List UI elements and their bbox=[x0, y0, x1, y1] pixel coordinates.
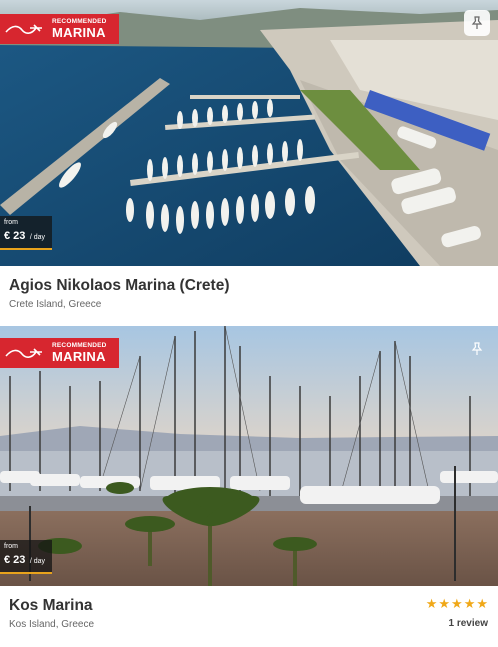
listing-card[interactable]: RECOMMENDED MARINA from € 23 / day Kos M… bbox=[0, 326, 498, 647]
listing-title[interactable]: Kos Marina bbox=[9, 597, 93, 615]
rating-stars: ★ ★ ★ ★ ★ bbox=[426, 597, 488, 610]
listing-location: Kos Island, Greece bbox=[9, 619, 95, 630]
listing-card[interactable]: RECOMMENDED MARINA from € 23 / day Agios… bbox=[0, 0, 498, 326]
brand-logo-icon bbox=[0, 14, 52, 44]
price-unit: / day bbox=[29, 234, 46, 241]
price-from-label: from bbox=[4, 219, 18, 226]
price-from-label: from bbox=[4, 543, 18, 550]
review-count[interactable]: 1 review bbox=[449, 618, 488, 629]
badge-label-big: MARINA bbox=[52, 349, 106, 365]
price-amount: € 23 bbox=[4, 230, 26, 242]
listing-location: Crete Island, Greece bbox=[9, 299, 102, 310]
price-tag: from € 23 / day bbox=[0, 540, 52, 574]
star-icon: ★ bbox=[476, 596, 488, 611]
price-tag: from € 23 / day bbox=[0, 216, 52, 250]
listing-title[interactable]: Agios Nikolaos Marina (Crete) bbox=[9, 277, 230, 295]
recommended-marina-badge: RECOMMENDED MARINA bbox=[0, 338, 119, 368]
price-unit: / day bbox=[29, 558, 46, 565]
badge-label-big: MARINA bbox=[52, 25, 106, 41]
price-amount: € 23 bbox=[4, 554, 26, 566]
pin-icon[interactable] bbox=[464, 10, 490, 36]
recommended-marina-badge: RECOMMENDED MARINA bbox=[0, 14, 119, 44]
pin-icon[interactable] bbox=[464, 336, 490, 362]
star-icon: ★ bbox=[451, 596, 463, 611]
star-icon: ★ bbox=[463, 596, 476, 611]
star-icon: ★ bbox=[425, 596, 438, 611]
brand-logo-icon bbox=[0, 338, 52, 368]
star-icon: ★ bbox=[438, 596, 451, 611]
